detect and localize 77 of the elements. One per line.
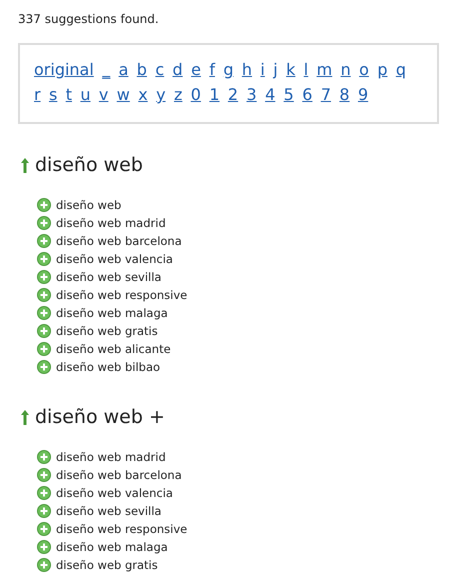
index-link[interactable]: 1 [208,84,221,106]
plus-circle-icon[interactable] [37,288,51,302]
index-link[interactable]: q [394,59,408,81]
plus-circle-icon[interactable] [37,234,51,248]
index-link[interactable]: w [116,84,131,106]
index-link[interactable]: 9 [356,84,370,106]
index-link[interactable]: original [33,59,95,81]
suggestion-text: diseño web valencia [56,251,173,268]
plus-circle-icon[interactable] [37,216,51,230]
plus-circle-icon[interactable] [37,270,51,284]
index-link[interactable]: _ [101,59,112,81]
suggestion-text: diseño web responsive [56,521,188,538]
index-link[interactable]: 2 [226,84,240,106]
section-heading: diseño web + [35,405,165,430]
index-link[interactable]: 3 [246,84,258,106]
index-link[interactable]: d [172,59,184,81]
index-link[interactable]: n [340,59,352,81]
plus-circle-icon[interactable] [37,252,51,266]
index-link[interactable]: c [154,59,166,81]
index-link[interactable]: g [222,59,234,81]
suggestion-text: diseño web barcelona [56,467,182,484]
suggestion-text: diseño web madrid [56,449,166,466]
index-link[interactable]: j [272,59,279,81]
index-link[interactable]: 5 [282,84,295,106]
suggestion-text: diseño web madrid [56,215,166,232]
results-count: 337 suggestions found. [18,11,160,28]
suggestion-text: diseño web valencia [56,485,173,502]
suggestion-text: diseño web gratis [56,557,158,574]
index-link[interactable]: z [172,84,184,106]
index-link[interactable]: e [190,59,202,81]
index-link[interactable]: 8 [338,84,351,106]
index-link[interactable]: t [64,84,73,106]
index-link[interactable]: m [316,59,334,81]
plus-circle-icon[interactable] [37,450,51,464]
suggestion-text: diseño web malaga [56,305,168,322]
plus-circle-icon[interactable] [37,468,51,482]
index-link[interactable]: f [208,59,216,81]
plus-circle-icon[interactable] [37,360,51,374]
index-link[interactable]: b [136,59,148,81]
index-link[interactable]: 4 [264,84,276,106]
plus-circle-icon[interactable] [37,522,51,536]
index-link[interactable]: s [48,84,58,106]
index-link[interactable]: 6 [301,84,314,106]
index-link[interactable]: r [33,84,42,106]
suggestion-text: diseño web malaga [56,539,168,556]
index-link[interactable]: k [285,59,296,81]
suggestion-text: diseño web barcelona [56,233,182,250]
index-link[interactable]: y [155,84,167,106]
index-link[interactable]: h [240,59,254,81]
index-link[interactable]: o [358,59,370,81]
plus-circle-icon[interactable] [37,504,51,518]
suggestion-text: diseño web [56,197,122,214]
plus-circle-icon[interactable] [37,324,51,338]
plus-circle-icon[interactable] [37,342,51,356]
suggestion-text: diseño web alicante [56,341,171,358]
index-link[interactable]: p [376,59,388,81]
index-link[interactable]: x [137,84,149,106]
index-link[interactable]: 7 [320,84,332,106]
suggestion-text: diseño web bilbao [56,359,160,376]
suggestion-text: diseño web sevilla [56,269,162,286]
up-arrow-icon[interactable] [21,158,29,172]
index-link[interactable]: l [302,59,310,81]
plus-circle-icon[interactable] [37,558,51,572]
suggestion-text: diseño web gratis [56,323,158,340]
plus-circle-icon[interactable] [37,540,51,554]
suggestion-text: diseño web responsive [56,287,188,304]
index-link[interactable]: v [98,84,110,106]
suggestion-text: diseño web sevilla [56,503,162,520]
plus-circle-icon[interactable] [37,306,51,320]
index-link[interactable]: i [259,59,266,81]
plus-circle-icon[interactable] [37,486,51,500]
index-link[interactable]: u [79,84,92,106]
section-heading: diseño web [35,153,143,178]
index-link[interactable]: a [118,59,130,81]
plus-circle-icon[interactable] [37,198,51,212]
up-arrow-icon[interactable] [21,410,29,424]
index-link[interactable]: 0 [190,84,202,106]
